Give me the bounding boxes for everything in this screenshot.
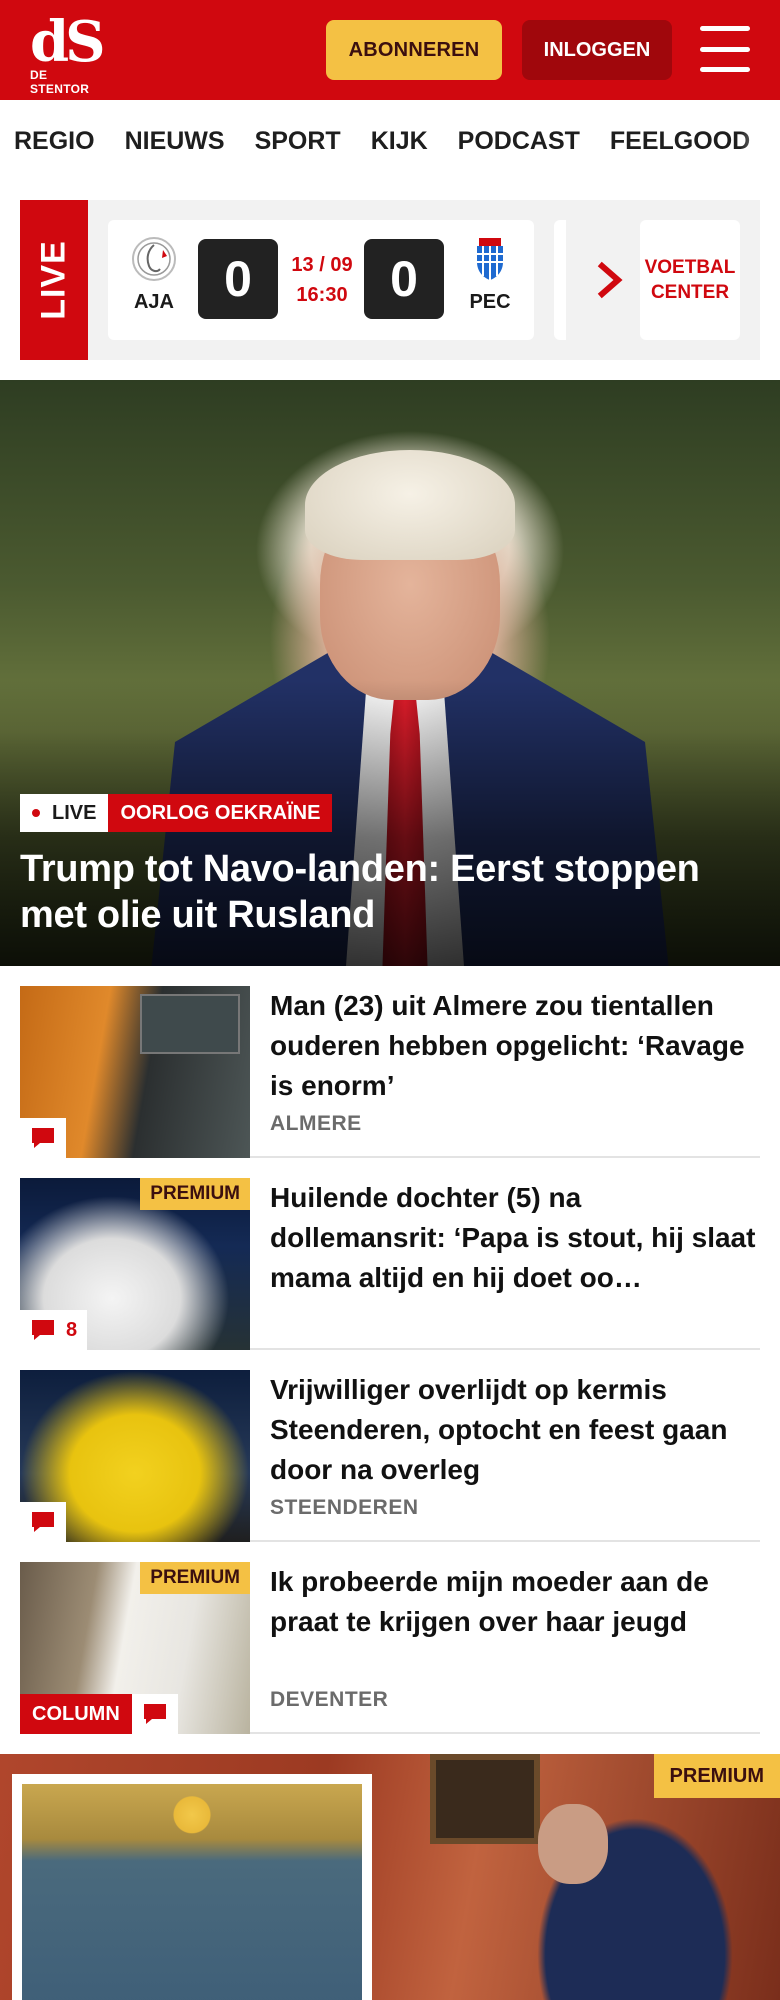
article-location: DEVENTER: [270, 1688, 389, 1711]
comment-badge[interactable]: [20, 1118, 66, 1158]
category-tag[interactable]: OORLOG OEKRAÏNE: [108, 794, 333, 832]
home-score: 0: [198, 239, 278, 319]
premium-badge: PREMIUM: [140, 1178, 250, 1210]
pec-zwolle-crest-icon: [477, 238, 503, 280]
comment-icon: [32, 1128, 54, 1148]
article-title[interactable]: Huilende dochter (5) na dollemansrit: ‘P…: [270, 1178, 760, 1298]
match-date: 13 / 09: [291, 254, 353, 276]
next-match-card-edge[interactable]: [554, 220, 566, 340]
live-scoreboard: LIVE AJA 0 13 / 09 16:30 0 PEC VOETBAL C…: [20, 200, 760, 360]
column-badge: COLUMN: [20, 1694, 178, 1734]
match-time: 16:30: [296, 284, 348, 306]
hero-headline[interactable]: Trump tot Navo-landen: Eerst stoppen met…: [20, 846, 760, 938]
nav-item-podcast[interactable]: PODCAST: [458, 127, 580, 156]
away-team: PEC: [460, 236, 520, 314]
list-item[interactable]: PREMIUM 8 Huilende dochter (5) na dollem…: [20, 1178, 760, 1350]
hero-article[interactable]: LIVE OORLOG OEKRAÏNE Trump tot Navo-land…: [0, 380, 780, 966]
live-label: LIVE: [20, 200, 88, 360]
main-nav: REGIO NIEUWS SPORT KIJK PODCAST FEELGOOD…: [0, 100, 780, 182]
comment-badge[interactable]: [131, 1694, 178, 1734]
nav-item-feelgood[interactable]: FEELGOOD: [610, 127, 750, 156]
away-team-code: PEC: [469, 291, 511, 313]
article-thumbnail: [20, 986, 250, 1158]
article-thumbnail: [20, 1370, 250, 1542]
hero-tags: LIVE OORLOG OEKRAÏNE: [20, 794, 333, 832]
home-team: AJA: [124, 236, 184, 314]
subscribe-button[interactable]: ABONNEREN: [326, 20, 502, 80]
feature-article-image[interactable]: PREMIUM: [0, 1754, 780, 2000]
premium-badge: PREMIUM: [140, 1562, 250, 1594]
comment-icon: [143, 1704, 166, 1724]
article-thumbnail: PREMIUM 8: [20, 1178, 250, 1350]
home-team-code: AJA: [133, 291, 174, 313]
premium-badge: PREMIUM: [653, 1754, 780, 1798]
article-title[interactable]: Ik probeerde mijn moeder aan de praat te…: [270, 1562, 760, 1642]
comment-count: 8: [66, 1318, 78, 1341]
article-location: ALMERE: [270, 1112, 362, 1135]
article-location: STEENDEREN: [270, 1496, 419, 1519]
article-thumbnail: PREMIUM COLUMN: [20, 1562, 250, 1734]
live-tag: LIVE: [20, 794, 109, 832]
nav-item-kijk[interactable]: KIJK: [371, 127, 428, 156]
hero-photo-part: [305, 450, 515, 560]
logo[interactable]: dS DE STENTOR: [30, 9, 110, 96]
nav-item-nieuws[interactable]: NIEUWS: [125, 127, 225, 156]
live-tag-label: LIVE: [52, 801, 97, 824]
hamburger-menu-icon[interactable]: [700, 26, 750, 72]
article-title[interactable]: Vrijwilliger overlijdt op kermis Steende…: [270, 1370, 760, 1490]
match-card[interactable]: AJA 0 13 / 09 16:30 0 PEC: [108, 220, 534, 340]
article-title[interactable]: Man (23) uit Almere zou tientallen ouder…: [270, 986, 760, 1106]
voetbal-center-button[interactable]: VOETBAL CENTER: [640, 220, 740, 340]
list-item[interactable]: Man (23) uit Almere zou tientallen ouder…: [20, 986, 760, 1158]
nav-item-sport[interactable]: SPORT: [255, 127, 341, 156]
person-in-photo: [538, 1804, 608, 1884]
nav-fade: [740, 100, 780, 182]
kickoff-info: 13 / 09 16:30: [282, 250, 362, 310]
list-item[interactable]: PREMIUM COLUMN Ik probeerde mijn moeder …: [20, 1562, 760, 1734]
painting-in-photo: [12, 1774, 372, 2000]
voetbal-center-line2: CENTER: [650, 282, 730, 303]
comment-icon: [32, 1320, 54, 1340]
ajax-crest-icon: [132, 237, 176, 281]
list-item[interactable]: Vrijwilliger overlijdt op kermis Steende…: [20, 1370, 760, 1542]
thumbnail-detail: [140, 994, 240, 1054]
comment-badge[interactable]: 8: [20, 1310, 88, 1350]
voetbal-center-line1: VOETBAL: [644, 257, 736, 278]
login-button[interactable]: INLOGGEN: [522, 20, 672, 80]
away-score: 0: [364, 239, 444, 319]
chevron-right-icon[interactable]: [590, 258, 630, 302]
logo-mark: dS: [30, 9, 106, 75]
top-bar: dS DE STENTOR ABONNEREN INLOGGEN: [0, 0, 780, 100]
comment-badge[interactable]: [20, 1502, 66, 1542]
frame-in-photo: [430, 1754, 540, 1844]
comment-icon: [32, 1512, 54, 1532]
live-dot-icon: [32, 809, 40, 817]
nav-item-regio[interactable]: REGIO: [14, 127, 95, 156]
column-label: COLUMN: [20, 1694, 132, 1734]
